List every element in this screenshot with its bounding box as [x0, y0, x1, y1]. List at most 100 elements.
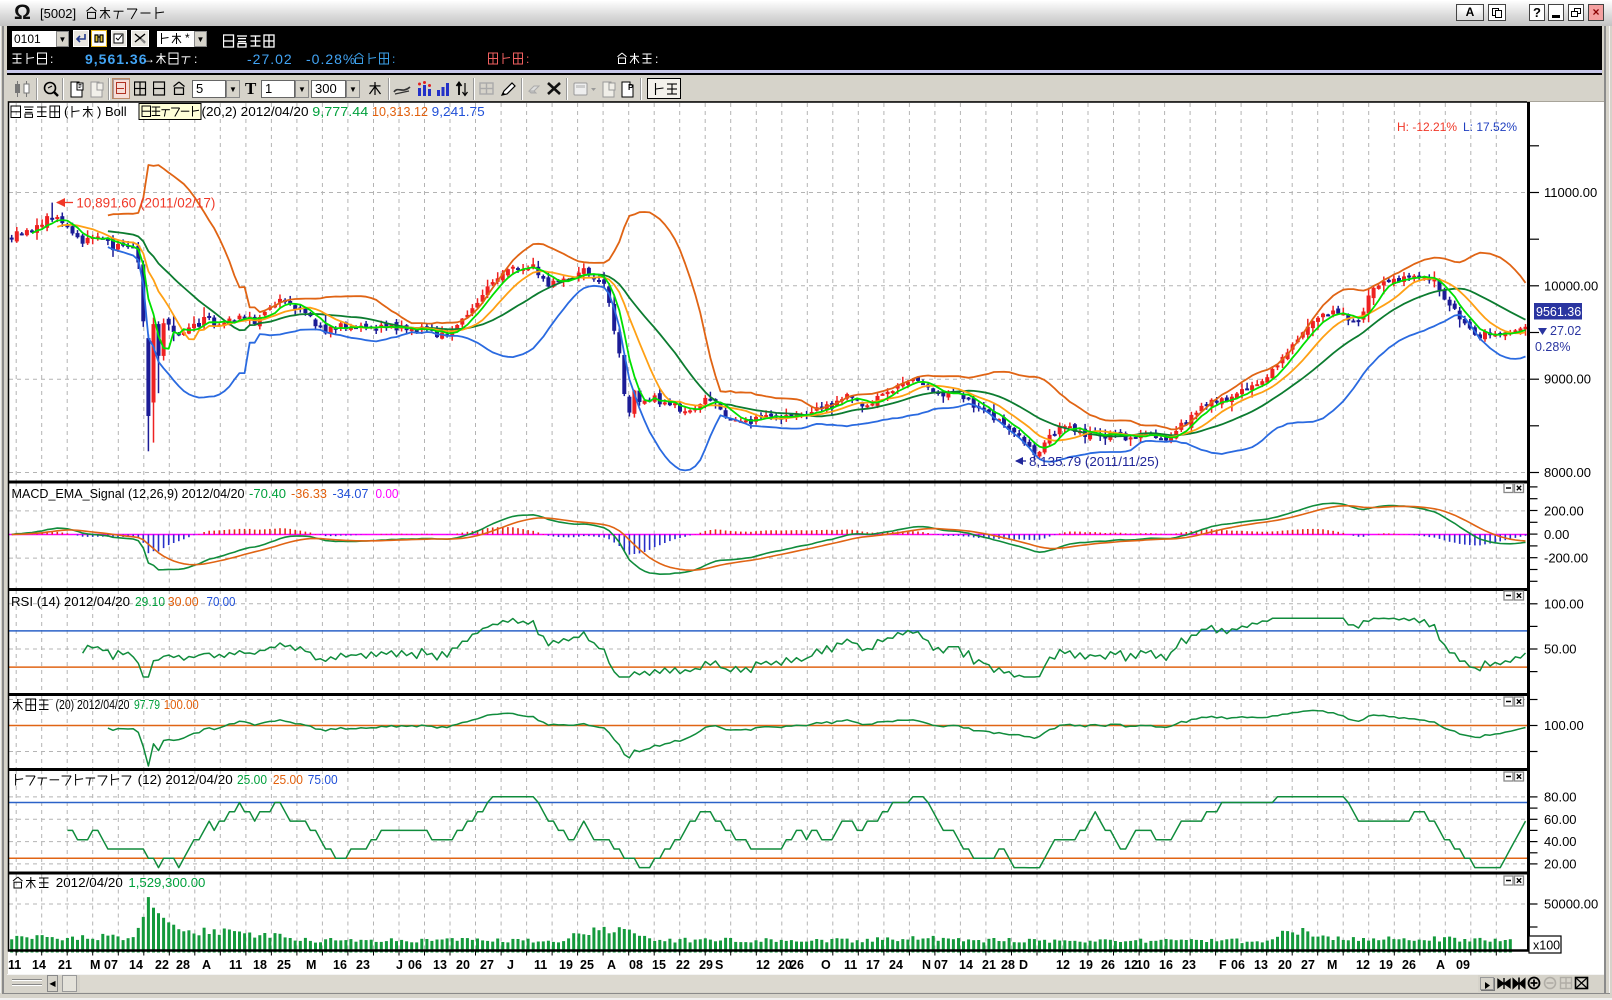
svg-text:25.00: 25.00: [273, 772, 303, 787]
svg-text:): ): [97, 104, 101, 119]
svg-text:-70.40: -70.40: [249, 486, 286, 501]
svg-text:11: 11: [8, 958, 21, 972]
svg-text:29.10: 29.10: [135, 594, 165, 609]
svg-text:S: S: [715, 958, 723, 972]
svg-text:14: 14: [32, 958, 46, 972]
svg-text:12: 12: [1056, 958, 1070, 972]
svg-text:08: 08: [629, 958, 643, 972]
svg-text:9,241.75: 9,241.75: [432, 104, 485, 119]
svg-text:A: A: [1436, 958, 1445, 972]
svg-text:D: D: [1019, 958, 1028, 972]
svg-text:-34.07: -34.07: [333, 486, 369, 501]
svg-text:60.00: 60.00: [1544, 812, 1577, 827]
svg-text:O: O: [821, 958, 831, 972]
svg-text:70.00: 70.00: [207, 594, 236, 609]
svg-text:13: 13: [433, 958, 447, 972]
svg-text:80.00: 80.00: [1544, 789, 1577, 804]
svg-text:75.00: 75.00: [308, 772, 338, 787]
svg-text:40.00: 40.00: [1544, 834, 1577, 849]
svg-text:M: M: [90, 958, 100, 972]
svg-text:22: 22: [676, 958, 690, 972]
svg-text:10,313.12: 10,313.12: [372, 104, 428, 119]
svg-text:07: 07: [934, 958, 948, 972]
svg-text:200.00: 200.00: [1544, 503, 1584, 518]
svg-text:9000.00: 9000.00: [1544, 372, 1591, 387]
svg-text:18: 18: [253, 958, 267, 972]
svg-text:21: 21: [982, 958, 996, 972]
svg-text:09: 09: [1456, 958, 1470, 972]
svg-text:M: M: [1327, 958, 1337, 972]
svg-text:10,891.60 (2011/02/17): 10,891.60 (2011/02/17): [76, 196, 215, 211]
svg-text:100.00: 100.00: [1544, 596, 1584, 611]
svg-text:A: A: [607, 958, 616, 972]
svg-text:19: 19: [559, 958, 573, 972]
svg-text:100.00: 100.00: [164, 697, 199, 712]
svg-text:MACD_EMA_Signal (12,26,9) 2012: MACD_EMA_Signal (12,26,9) 2012/04/20: [12, 486, 245, 501]
svg-text:-200.00: -200.00: [1544, 551, 1588, 566]
svg-text:26: 26: [1402, 958, 1416, 972]
svg-text:06: 06: [1231, 958, 1245, 972]
svg-text:J: J: [507, 958, 514, 972]
svg-text:0.00: 0.00: [1544, 527, 1569, 542]
svg-text:20: 20: [1278, 958, 1292, 972]
svg-text:26: 26: [1101, 958, 1115, 972]
svg-text:11000.00: 11000.00: [1544, 185, 1597, 200]
svg-text:28: 28: [1001, 958, 1015, 972]
svg-text:Boll: Boll: [105, 104, 127, 119]
svg-text:13: 13: [1254, 958, 1268, 972]
svg-text:x100: x100: [1533, 939, 1560, 953]
svg-text:-36.33: -36.33: [291, 486, 327, 501]
svg-text:11: 11: [229, 958, 242, 972]
svg-text:25: 25: [277, 958, 291, 972]
svg-text:0.28%: 0.28%: [1535, 340, 1570, 354]
svg-text:25: 25: [580, 958, 594, 972]
svg-text:10: 10: [1136, 958, 1150, 972]
svg-text:M: M: [306, 958, 316, 972]
svg-text:14: 14: [959, 958, 973, 972]
svg-text:97.79: 97.79: [134, 697, 160, 712]
svg-text:A: A: [202, 958, 211, 972]
svg-text:14: 14: [129, 958, 143, 972]
svg-text:20: 20: [456, 958, 470, 972]
svg-text:17: 17: [866, 958, 880, 972]
svg-text:19: 19: [1379, 958, 1393, 972]
svg-text:50.00: 50.00: [1544, 642, 1577, 657]
svg-text:27.02: 27.02: [1550, 324, 1581, 338]
svg-text:100.00: 100.00: [1544, 718, 1584, 733]
svg-text:30.00: 30.00: [168, 594, 199, 609]
svg-text:8,135.79 (2011/11/25): 8,135.79 (2011/11/25): [1029, 454, 1159, 469]
svg-text:8000.00: 8000.00: [1544, 465, 1591, 480]
svg-text:9,777.44: 9,777.44: [312, 104, 368, 119]
svg-text:16: 16: [1159, 958, 1173, 972]
svg-text:J: J: [396, 958, 403, 972]
svg-text:N: N: [922, 958, 931, 972]
svg-text:27: 27: [1301, 958, 1315, 972]
svg-text:15: 15: [652, 958, 666, 972]
svg-text:21: 21: [58, 958, 72, 972]
svg-text:16: 16: [333, 958, 347, 972]
svg-text:06: 06: [408, 958, 422, 972]
svg-text:24: 24: [889, 958, 903, 972]
svg-text:1,529,300.00: 1,529,300.00: [128, 875, 205, 890]
svg-text:(20) 2012/04/20: (20) 2012/04/20: [56, 697, 130, 712]
svg-text:F: F: [1219, 958, 1227, 972]
svg-text:50000.00: 50000.00: [1544, 897, 1598, 912]
svg-text:27: 27: [480, 958, 494, 972]
svg-text:12: 12: [1356, 958, 1370, 972]
svg-text:19: 19: [1079, 958, 1093, 972]
svg-text:11: 11: [534, 958, 547, 972]
svg-text:2012/04/20: 2012/04/20: [56, 875, 123, 890]
svg-text:12: 12: [756, 958, 770, 972]
svg-text:H: -12.21%: H: -12.21%: [1397, 120, 1457, 134]
svg-text:22: 22: [155, 958, 169, 972]
svg-text:RSI (14) 2012/04/20: RSI (14) 2012/04/20: [11, 594, 130, 609]
svg-text:26: 26: [790, 958, 804, 972]
svg-text:11: 11: [844, 958, 857, 972]
svg-text:(12) 2012/04/20: (12) 2012/04/20: [138, 772, 233, 787]
svg-text:0.00: 0.00: [376, 486, 399, 501]
svg-text:20.00: 20.00: [1544, 856, 1577, 871]
svg-text:23: 23: [356, 958, 370, 972]
svg-text:L: 17.52%: L: 17.52%: [1463, 120, 1517, 134]
svg-text:29: 29: [699, 958, 713, 972]
svg-text:(: (: [64, 104, 69, 119]
